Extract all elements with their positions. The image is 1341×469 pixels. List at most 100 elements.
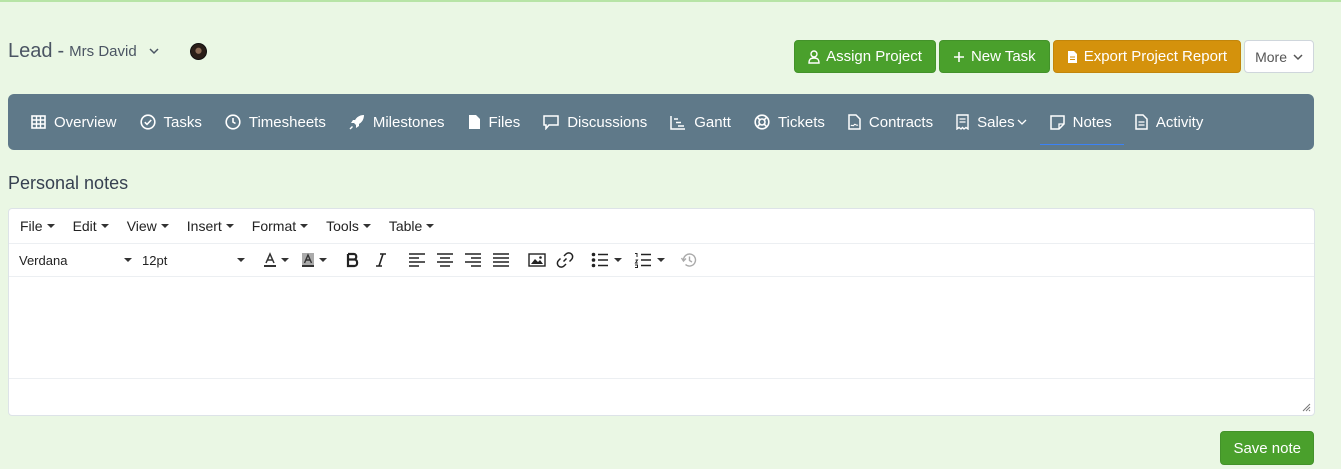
tab-notes[interactable]: Notes bbox=[1039, 98, 1125, 146]
font-size-value: 12pt bbox=[142, 252, 168, 268]
tab-label: Overview bbox=[54, 113, 117, 131]
tab-tasks[interactable]: Tasks bbox=[139, 98, 202, 146]
section-title: Personal notes bbox=[8, 173, 129, 193]
project-tabs: Overview Tasks Timesheets Milestones Fil… bbox=[8, 94, 1314, 150]
more-button[interactable]: More bbox=[1244, 40, 1314, 73]
italic-icon bbox=[376, 253, 386, 267]
rocket-icon bbox=[349, 115, 364, 130]
caret-down-icon bbox=[46, 224, 55, 228]
tab-milestones[interactable]: Milestones bbox=[349, 98, 445, 146]
caret-down-icon bbox=[281, 258, 289, 262]
bold-button[interactable] bbox=[339, 247, 367, 273]
editor-statusbar bbox=[9, 379, 1314, 415]
tab-label: Files bbox=[488, 113, 521, 131]
plus-icon bbox=[953, 51, 964, 62]
menu-label: View bbox=[126, 218, 157, 234]
assign-project-button[interactable]: Assign Project bbox=[794, 40, 936, 73]
receipt-icon bbox=[956, 114, 969, 130]
tab-label: Sales bbox=[977, 113, 1015, 131]
tab-tickets[interactable]: Tickets bbox=[754, 98, 825, 146]
tab-activity[interactable]: Activity bbox=[1135, 98, 1204, 146]
menu-label: Edit bbox=[72, 218, 97, 234]
numbered-list-button[interactable] bbox=[634, 252, 665, 268]
client-name[interactable]: Mrs David bbox=[69, 43, 137, 60]
chevron-down-icon bbox=[1293, 53, 1303, 60]
align-center-icon bbox=[437, 253, 453, 267]
menu-format[interactable]: Format bbox=[251, 218, 309, 234]
rich-text-editor: File Edit View Insert Format Tools Table… bbox=[8, 208, 1315, 416]
image-icon bbox=[528, 253, 546, 267]
new-task-button[interactable]: New Task bbox=[938, 40, 1050, 73]
caret-down-icon bbox=[362, 224, 371, 228]
align-right-button[interactable] bbox=[459, 247, 487, 273]
menu-label: Insert bbox=[186, 218, 222, 234]
tab-timesheets[interactable]: Timesheets bbox=[225, 98, 326, 146]
tab-label: Activity bbox=[1155, 113, 1204, 131]
editor-content-area[interactable] bbox=[9, 277, 1314, 379]
font-family-select[interactable]: Verdana bbox=[19, 253, 132, 268]
font-family-value: Verdana bbox=[19, 252, 68, 268]
caret-down-icon bbox=[300, 224, 309, 228]
tab-label: Timesheets bbox=[248, 113, 326, 131]
bold-icon bbox=[346, 252, 359, 268]
history-icon bbox=[680, 253, 697, 267]
justify-button[interactable] bbox=[487, 247, 515, 273]
numbered-list-icon bbox=[634, 253, 651, 268]
caret-down-icon bbox=[319, 258, 327, 262]
menu-insert[interactable]: Insert bbox=[187, 218, 234, 234]
menu-file[interactable]: File bbox=[20, 218, 55, 234]
restore-draft-button[interactable] bbox=[675, 247, 703, 273]
tab-discussions[interactable]: Discussions bbox=[543, 98, 647, 146]
insert-image-button[interactable] bbox=[523, 247, 551, 273]
italic-button[interactable] bbox=[367, 247, 395, 273]
bullet-list-icon bbox=[591, 252, 608, 268]
text-color-icon bbox=[264, 252, 276, 267]
page-header: Lead - Mrs David bbox=[8, 36, 159, 66]
align-left-icon bbox=[409, 253, 425, 267]
clock-icon bbox=[225, 114, 241, 130]
bullet-list-button[interactable] bbox=[591, 252, 622, 268]
tab-label: Discussions bbox=[567, 113, 648, 131]
header-actions: Assign Project New Task Export Project R… bbox=[794, 40, 1314, 73]
align-left-button[interactable] bbox=[403, 247, 431, 273]
align-center-button[interactable] bbox=[431, 247, 459, 273]
menu-label: Table bbox=[388, 218, 423, 234]
title-separator: - bbox=[57, 39, 65, 62]
menu-table[interactable]: Table bbox=[388, 218, 435, 234]
avatar[interactable] bbox=[190, 43, 207, 60]
tab-contracts[interactable]: Contracts bbox=[848, 98, 933, 146]
tab-label: Tickets bbox=[777, 113, 825, 131]
align-right-icon bbox=[465, 253, 481, 267]
tab-gantt[interactable]: Gantt bbox=[670, 98, 731, 146]
assign-project-label: Assign Project bbox=[826, 48, 922, 65]
text-color-button[interactable] bbox=[261, 251, 289, 269]
save-note-button[interactable]: Save note bbox=[1220, 431, 1314, 465]
caret-down-icon bbox=[237, 258, 245, 262]
document-icon bbox=[1135, 114, 1148, 130]
background-color-button[interactable] bbox=[299, 251, 327, 269]
font-size-select[interactable]: 12pt bbox=[142, 253, 245, 268]
tab-files[interactable]: Files bbox=[468, 98, 521, 146]
caret-down-icon bbox=[426, 224, 435, 228]
contract-icon bbox=[848, 114, 861, 130]
gantt-icon bbox=[670, 115, 686, 130]
insert-link-button[interactable] bbox=[551, 247, 579, 273]
export-report-label: Export Project Report bbox=[1083, 48, 1228, 65]
menu-view[interactable]: View bbox=[127, 218, 169, 234]
export-report-button[interactable]: Export Project Report bbox=[1052, 40, 1242, 73]
chat-icon bbox=[543, 114, 559, 130]
tab-sales[interactable]: Sales bbox=[956, 98, 1027, 146]
caret-down-icon bbox=[124, 258, 132, 262]
menu-label: Format bbox=[251, 218, 297, 234]
tab-overview[interactable]: Overview bbox=[31, 98, 117, 146]
editor-toolbar: Verdana 12pt bbox=[9, 244, 1314, 277]
menu-edit[interactable]: Edit bbox=[73, 218, 109, 234]
caret-down-icon bbox=[160, 224, 169, 228]
resize-handle-icon[interactable] bbox=[1302, 403, 1311, 412]
menu-tools[interactable]: Tools bbox=[326, 218, 371, 234]
chevron-down-icon[interactable] bbox=[149, 46, 159, 56]
note-icon bbox=[1049, 114, 1065, 130]
page-title: Lead bbox=[8, 39, 53, 62]
highlight-color-icon bbox=[302, 253, 314, 267]
table-icon bbox=[31, 115, 46, 129]
